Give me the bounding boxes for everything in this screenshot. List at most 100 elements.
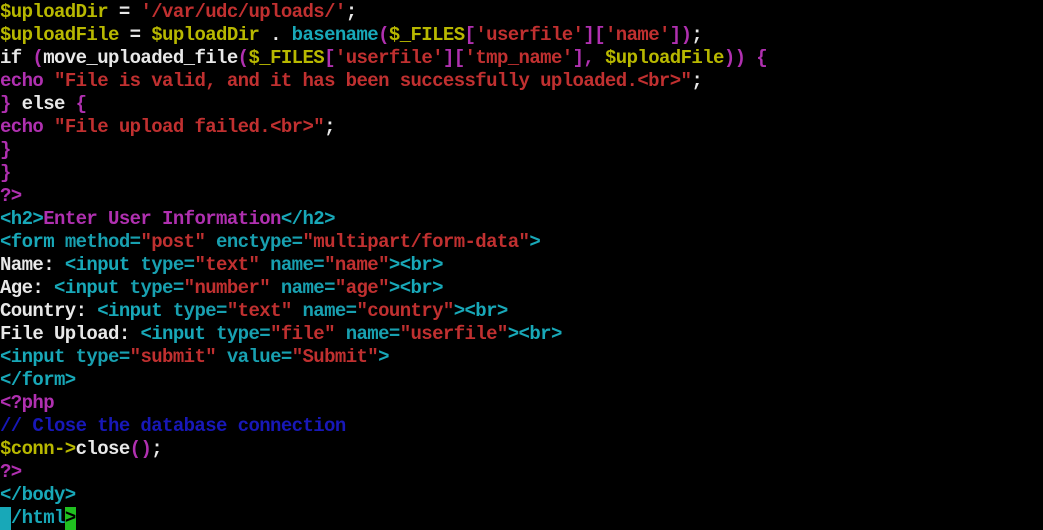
code-token: ;: [345, 1, 357, 23]
code-token: type=: [216, 323, 271, 345]
code-token: (: [237, 47, 249, 69]
cursor-block: <: [0, 507, 11, 530]
code-token: name=: [334, 323, 401, 345]
code-token: (: [378, 24, 389, 46]
code-token: Name:: [0, 254, 65, 276]
code-token: ;: [324, 116, 335, 138]
code-token: type=: [140, 254, 195, 276]
code-line: ?>: [0, 185, 22, 208]
code-token: >: [529, 231, 541, 253]
code-line: </html>: [0, 507, 76, 530]
code-token: <input: [97, 300, 173, 322]
code-token: $_FILES: [388, 24, 465, 46]
code-token: 'name': [604, 24, 670, 46]
code-line: <h2>Enter User Information</h2>: [0, 208, 335, 231]
code-token: basename: [291, 24, 379, 46]
code-token: Enter User Information: [43, 208, 281, 230]
code-line: echo "File is valid, and it has been suc…: [0, 70, 703, 93]
code-token: "Submit": [291, 346, 379, 368]
code-line: Age: <input type="number" name="age"><br…: [0, 277, 444, 300]
code-line: if (move_uploaded_file($_FILES['userfile…: [0, 47, 768, 70]
code-token: method=: [64, 231, 141, 253]
code-token: /html: [10, 507, 66, 529]
code-token: Age:: [0, 277, 55, 299]
code-token: echo: [0, 116, 44, 138]
code-token: "number": [183, 277, 271, 299]
code-token: 'userfile': [475, 24, 584, 46]
code-token: echo: [0, 70, 44, 92]
code-token: =: [118, 24, 152, 46]
code-token: ][: [583, 24, 605, 46]
code-token: "text": [194, 254, 260, 276]
code-line: $uploadDir = '/var/udc/uploads/';: [0, 1, 357, 24]
code-token: // Close the database connection: [0, 415, 346, 437]
code-token: name=: [270, 277, 336, 299]
code-token: type=: [172, 300, 228, 322]
code-token: </form>: [0, 369, 76, 391]
code-line: }: [0, 162, 11, 185]
code-token: else: [21, 93, 66, 115]
code-token: "File upload failed.<br>": [54, 116, 325, 138]
code-line: $conn->close();: [0, 438, 163, 461]
code-token: $uploadDir: [151, 24, 260, 46]
code-token: (): [129, 438, 152, 460]
terminal-editor[interactable]: $uploadDir = '/var/udc/uploads/'; $upload…: [0, 0, 1043, 530]
code-token: 'tmp_name': [464, 47, 574, 69]
code-line: File Upload: <input type="file" name="us…: [0, 323, 562, 346]
code-line: <?php: [0, 392, 55, 415]
code-token: $uploadDir: [0, 1, 109, 23]
code-token: ><br>: [507, 323, 563, 345]
code-token: $conn->: [0, 438, 76, 460]
code-token: (: [21, 47, 44, 69]
code-line: <form method="post" enctype="multipart/f…: [0, 231, 541, 254]
code-token: File Upload:: [0, 323, 141, 345]
code-token: name=: [259, 254, 325, 276]
code-line: Name: <input type="text" name="name"><br…: [0, 254, 444, 277]
code-token: <?php: [0, 392, 55, 414]
code-token: "age": [334, 277, 390, 299]
code-token: ?>: [0, 185, 22, 207]
code-token: Country:: [0, 300, 98, 322]
code-line: Country: <input type="text" name="countr…: [0, 300, 508, 323]
code-token: <input: [54, 277, 130, 299]
code-line: } else {: [0, 93, 87, 116]
code-token: }: [0, 162, 11, 184]
code-token: "country": [356, 300, 454, 322]
code-line: </form>: [0, 369, 76, 392]
code-token: </body>: [0, 484, 76, 506]
code-token: }: [0, 93, 22, 115]
code-token: ;: [691, 70, 703, 92]
code-token: enctype=: [205, 231, 303, 253]
code-line: // Close the database connection: [0, 415, 346, 438]
code-token: name=: [291, 300, 357, 322]
code-token: }: [0, 139, 11, 161]
code-line: }: [0, 139, 11, 162]
code-token: "userfile": [399, 323, 509, 345]
code-token: <input: [0, 346, 76, 368]
code-token: .: [259, 24, 292, 46]
code-token: "submit": [129, 346, 217, 368]
code-token: value=: [216, 346, 292, 368]
code-token: ;: [151, 438, 163, 460]
code-token: close: [75, 438, 131, 460]
code-token: "file": [270, 323, 335, 345]
code-token: [: [324, 47, 335, 69]
code-token: <form: [0, 231, 65, 253]
code-token: {: [64, 93, 87, 115]
code-token: ;: [691, 24, 703, 46]
code-token: move_uploaded_file: [43, 47, 238, 69]
code-token: <input: [140, 323, 217, 345]
code-token: <input: [64, 254, 141, 276]
code-token: $uploadFile: [0, 24, 119, 46]
code-token: $uploadFile: [604, 47, 724, 69]
code-token: ][: [442, 47, 465, 69]
code-token: <h2>: [0, 208, 44, 230]
code-token: '/var/udc/uploads/': [140, 1, 346, 23]
code-token: "name": [324, 254, 389, 276]
code-line: ?>: [0, 461, 22, 484]
code-token: ]): [669, 24, 692, 46]
code-token: ><br>: [453, 300, 509, 322]
code-token: </h2>: [280, 208, 336, 230]
